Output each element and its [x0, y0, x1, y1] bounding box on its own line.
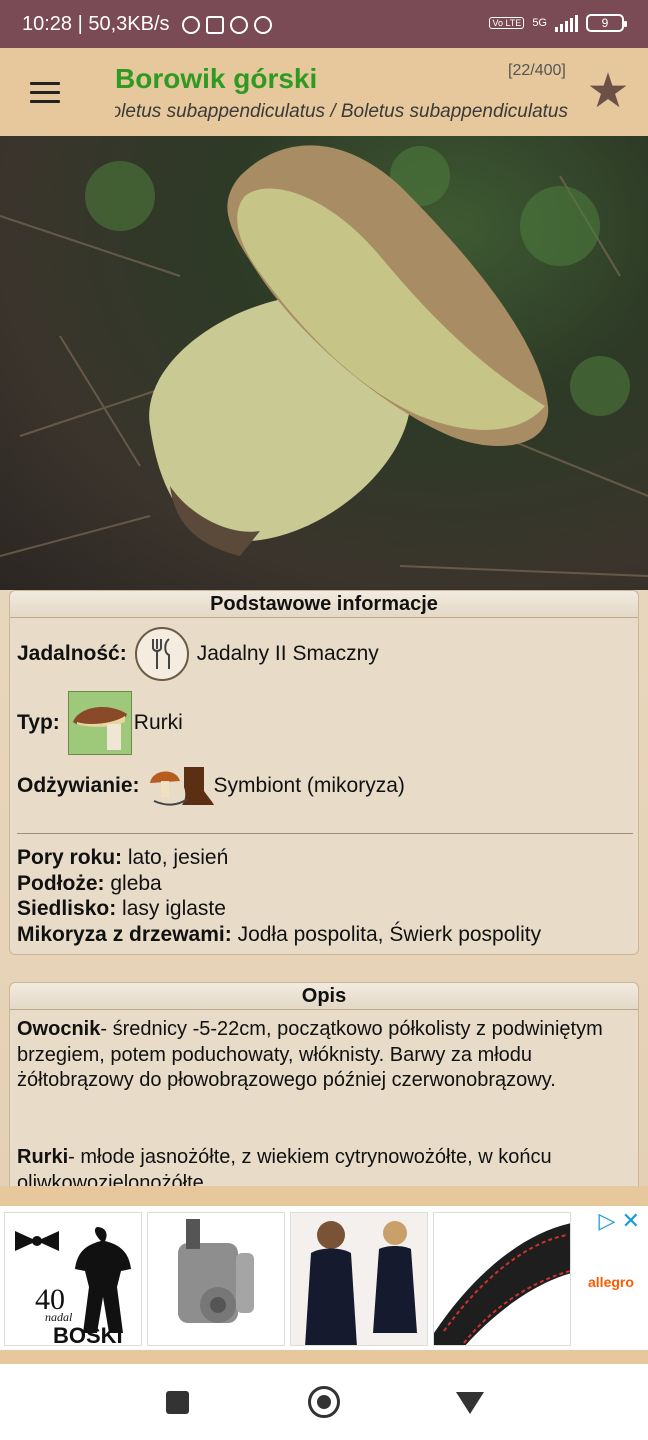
ad-tile-steering-cover[interactable]	[433, 1212, 571, 1346]
network-label: 5G	[532, 17, 547, 29]
ad-tile-birthday[interactable]: 40 nadal BOSKI	[4, 1212, 142, 1346]
chrome-icon	[253, 15, 272, 34]
recents-button[interactable]	[166, 1391, 189, 1414]
nutrition-row: Odżywianie: Symbiont (mikoryza)	[17, 761, 405, 811]
svg-text:BOSKI: BOSKI	[53, 1323, 123, 1346]
signal-icon	[555, 14, 578, 32]
status-time-speed: 10:28 | 50,3KB/s	[22, 13, 170, 35]
basic-info-header: Podstawowe informacje	[10, 591, 638, 618]
basic-info-card: Podstawowe informacje Jadalność: Jadalny…	[9, 590, 639, 955]
system-nav-bar	[0, 1364, 648, 1440]
bottom-strip	[0, 1351, 648, 1364]
fact-habitat: Siedlisko: lasy iglaste	[17, 897, 226, 920]
star-icon[interactable]: ★	[584, 68, 632, 116]
nutrition-value: Symbiont (mikoryza)	[213, 774, 405, 797]
ad-brand[interactable]: allegro	[588, 1274, 634, 1290]
description-card: Opis Owocnik- średnicy -5-22cm, początko…	[9, 982, 639, 1186]
hamburger-icon[interactable]	[30, 82, 60, 104]
page-title: Borowik górski	[115, 63, 318, 94]
mushroom-illustration	[0, 145, 648, 577]
type-label: Typ:	[17, 711, 60, 734]
latin-name: Butyriboletus subappendiculatus / Boletu…	[115, 101, 568, 122]
app-bar: Borowik górski [22/400] Butyriboletus su…	[0, 48, 648, 136]
home-button[interactable]	[308, 1386, 340, 1418]
ad-banner[interactable]: 40 nadal BOSKI allegro ▷ ✕	[0, 1186, 648, 1362]
nfc-icon	[205, 15, 224, 34]
volte-icon: Vo LTE	[489, 17, 525, 29]
pore-mushroom-icon	[67, 691, 132, 755]
type-value: Rurki	[133, 711, 183, 734]
battery-level: 9	[601, 16, 609, 30]
fact-mycorrhiza: Mikoryza z drzewami: Jodła pospolita, Św…	[17, 922, 542, 946]
edibility-label: Jadalność:	[17, 642, 127, 665]
fork-knife-icon	[134, 627, 189, 681]
type-row: Typ: Rurki	[17, 691, 183, 755]
description-rurki: Rurki- młode jasnożółte, z wiekiem cytry…	[17, 1146, 552, 1186]
status-bar: 10:28 | 50,3KB/s Vo LTE 5G 9	[0, 0, 648, 48]
svg-text:nadal: nadal	[45, 1310, 73, 1324]
description-header: Opis	[10, 983, 638, 1010]
mushroom-photo	[0, 136, 648, 590]
mycorrhiza-icon	[148, 761, 214, 811]
nutrition-label: Odżywianie:	[17, 774, 140, 797]
fact-substrate: Podłoże: gleba	[17, 871, 162, 895]
fact-seasons: Pory roku: lato, jesień	[17, 846, 229, 869]
ad-tile-dress[interactable]	[290, 1212, 428, 1346]
content-scroll[interactable]: Podstawowe informacje Jadalność: Jadalny…	[0, 590, 648, 1186]
back-button[interactable]	[456, 1392, 484, 1414]
item-counter: [22/400]	[508, 62, 566, 79]
status-right: Vo LTE 5G 9	[489, 14, 627, 32]
description-owocnik: Owocnik- średnicy -5-22cm, początkowo pó…	[17, 1018, 603, 1091]
facts-list: Pory roku: lato, jesień Podłoże: gleba S…	[17, 845, 541, 947]
divider	[17, 833, 633, 834]
status-left: 10:28 | 50,3KB/s	[22, 13, 272, 36]
adchoices-icon[interactable]: ▷ ✕	[599, 1208, 640, 1234]
whatsapp-icon	[229, 15, 248, 34]
ad-content[interactable]: 40 nadal BOSKI allegro ▷ ✕	[0, 1206, 648, 1350]
battery-icon: 9	[586, 14, 627, 32]
alarm-icon	[181, 15, 200, 34]
edibility-row: Jadalność: Jadalny II Smaczny	[17, 627, 379, 681]
edibility-value: Jadalny II Smaczny	[196, 642, 379, 665]
ad-tile-lock[interactable]	[147, 1212, 285, 1346]
